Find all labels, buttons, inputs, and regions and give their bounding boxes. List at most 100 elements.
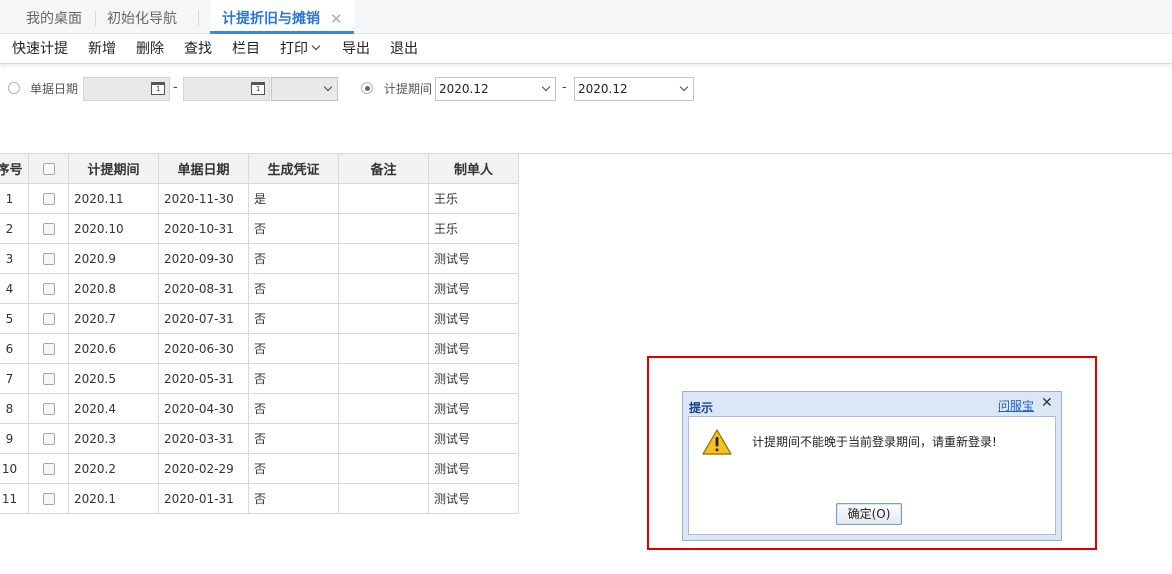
table-row[interactable]: 10 2020.2 2020-02-29 否 测试号 bbox=[0, 453, 519, 484]
table-row[interactable]: 2 2020.10 2020-10-31 否 王乐 bbox=[0, 213, 519, 244]
row-checkbox-cell[interactable] bbox=[28, 423, 69, 454]
col-header-period[interactable]: 计提期间 bbox=[68, 153, 159, 184]
print-button[interactable]: 打印 bbox=[280, 34, 321, 64]
row-number: 4 bbox=[0, 273, 29, 304]
tab-desktop[interactable]: 我的桌面 bbox=[26, 0, 82, 34]
row-date: 2020-02-29 bbox=[158, 453, 249, 484]
doc-date-select[interactable] bbox=[271, 77, 338, 101]
delete-button[interactable]: 删除 bbox=[136, 34, 164, 64]
row-period: 2020.8 bbox=[68, 273, 159, 304]
period-radio[interactable] bbox=[361, 82, 373, 94]
tab-init-nav[interactable]: 初始化导航 bbox=[107, 0, 177, 34]
warning-icon bbox=[702, 429, 732, 455]
row-checkbox-cell[interactable] bbox=[28, 333, 69, 364]
row-maker: 测试号 bbox=[428, 453, 519, 484]
row-number: 10 bbox=[0, 453, 29, 484]
col-header-date[interactable]: 单据日期 bbox=[158, 153, 249, 184]
row-checkbox[interactable] bbox=[42, 343, 55, 355]
row-checkbox[interactable] bbox=[42, 223, 55, 235]
close-icon[interactable]: ✕ bbox=[1041, 395, 1053, 411]
row-checkbox[interactable] bbox=[42, 433, 55, 445]
row-checkbox[interactable] bbox=[42, 493, 55, 505]
row-checkbox[interactable] bbox=[42, 403, 55, 415]
doc-date-radio[interactable] bbox=[8, 82, 20, 94]
tab-divider bbox=[95, 10, 96, 26]
row-checkbox-cell[interactable] bbox=[28, 483, 69, 514]
row-checkbox[interactable] bbox=[42, 253, 55, 265]
row-maker: 测试号 bbox=[428, 243, 519, 274]
calendar-icon[interactable]: 1 bbox=[151, 82, 165, 95]
table-row[interactable]: 3 2020.9 2020-09-30 否 测试号 bbox=[0, 243, 519, 274]
row-checkbox-cell[interactable] bbox=[28, 303, 69, 334]
row-checkbox-cell[interactable] bbox=[28, 183, 69, 214]
table-row[interactable]: 7 2020.5 2020-05-31 否 测试号 bbox=[0, 363, 519, 394]
period-from-select[interactable]: 2020.12 bbox=[435, 77, 556, 101]
row-checkbox-cell[interactable] bbox=[28, 273, 69, 304]
dialog-body: 计提期间不能晚于当前登录期间，请重新登录! 确定(O) bbox=[688, 416, 1056, 535]
row-voucher: 否 bbox=[248, 243, 339, 274]
row-voucher: 否 bbox=[248, 213, 339, 244]
row-checkbox[interactable] bbox=[42, 313, 55, 325]
row-maker: 测试号 bbox=[428, 423, 519, 454]
tab-depreciation[interactable]: 计提折旧与摊销 ✕ bbox=[210, 0, 354, 34]
col-header-note[interactable]: 备注 bbox=[338, 153, 429, 184]
row-checkbox-cell[interactable] bbox=[28, 363, 69, 394]
table-row[interactable]: 6 2020.6 2020-06-30 否 测试号 bbox=[0, 333, 519, 364]
table-row[interactable]: 11 2020.1 2020-01-31 否 测试号 bbox=[0, 483, 519, 514]
row-note bbox=[338, 453, 429, 484]
row-voucher: 否 bbox=[248, 423, 339, 454]
row-number: 3 bbox=[0, 243, 29, 274]
exit-button[interactable]: 退出 bbox=[390, 34, 418, 64]
add-button[interactable]: 新增 bbox=[88, 34, 116, 64]
row-date: 2020-08-31 bbox=[158, 273, 249, 304]
row-checkbox[interactable] bbox=[42, 463, 55, 475]
row-note bbox=[338, 483, 429, 514]
row-checkbox[interactable] bbox=[42, 283, 55, 295]
table-row[interactable]: 8 2020.4 2020-04-30 否 测试号 bbox=[0, 393, 519, 424]
doc-date-from-input[interactable]: 1 bbox=[83, 77, 170, 101]
row-period: 2020.7 bbox=[68, 303, 159, 334]
row-number: 2 bbox=[0, 213, 29, 244]
export-button[interactable]: 导出 bbox=[342, 34, 370, 64]
row-number: 9 bbox=[0, 423, 29, 454]
row-voucher: 否 bbox=[248, 303, 339, 334]
row-checkbox-cell[interactable] bbox=[28, 213, 69, 244]
row-checkbox[interactable] bbox=[42, 193, 55, 205]
doc-date-to-input[interactable]: 1 bbox=[183, 77, 270, 101]
row-period: 2020.6 bbox=[68, 333, 159, 364]
select-all-checkbox[interactable] bbox=[42, 162, 55, 175]
row-checkbox-cell[interactable] bbox=[28, 453, 69, 484]
col-header-maker[interactable]: 制单人 bbox=[428, 153, 519, 184]
table-row[interactable]: 1 2020.11 2020-11-30 是 王乐 bbox=[0, 183, 519, 214]
columns-button[interactable]: 栏目 bbox=[232, 34, 260, 64]
row-maker: 测试号 bbox=[428, 393, 519, 424]
col-header-select-all[interactable] bbox=[28, 153, 69, 184]
table-row[interactable]: 4 2020.8 2020-08-31 否 测试号 bbox=[0, 273, 519, 304]
row-maker: 测试号 bbox=[428, 363, 519, 394]
filter-row: 单据日期 1 - 1 计提期间 2020.12 - 2020.12 bbox=[0, 76, 1172, 102]
help-link[interactable]: 问服宝 bbox=[998, 397, 1034, 414]
row-number: 8 bbox=[0, 393, 29, 424]
row-period: 2020.10 bbox=[68, 213, 159, 244]
row-checkbox[interactable] bbox=[42, 373, 55, 385]
row-voucher: 否 bbox=[248, 453, 339, 484]
col-header-voucher[interactable]: 生成凭证 bbox=[248, 153, 339, 184]
row-voucher: 否 bbox=[248, 393, 339, 424]
row-date: 2020-07-31 bbox=[158, 303, 249, 334]
quick-accrue-button[interactable]: 快速计提 bbox=[12, 34, 68, 64]
period-to-select[interactable]: 2020.12 bbox=[574, 77, 694, 101]
ok-button[interactable]: 确定(O) bbox=[836, 503, 902, 525]
period-to-value: 2020.12 bbox=[578, 82, 628, 96]
row-note bbox=[338, 213, 429, 244]
row-number: 11 bbox=[0, 483, 29, 514]
row-period: 2020.1 bbox=[68, 483, 159, 514]
row-maker: 测试号 bbox=[428, 333, 519, 364]
find-button[interactable]: 查找 bbox=[184, 34, 212, 64]
row-checkbox-cell[interactable] bbox=[28, 243, 69, 274]
close-icon[interactable]: ✕ bbox=[330, 0, 343, 38]
table-row[interactable]: 9 2020.3 2020-03-31 否 测试号 bbox=[0, 423, 519, 454]
table-row[interactable]: 5 2020.7 2020-07-31 否 测试号 bbox=[0, 303, 519, 334]
row-voucher: 是 bbox=[248, 183, 339, 214]
calendar-icon[interactable]: 1 bbox=[251, 82, 265, 95]
row-checkbox-cell[interactable] bbox=[28, 393, 69, 424]
